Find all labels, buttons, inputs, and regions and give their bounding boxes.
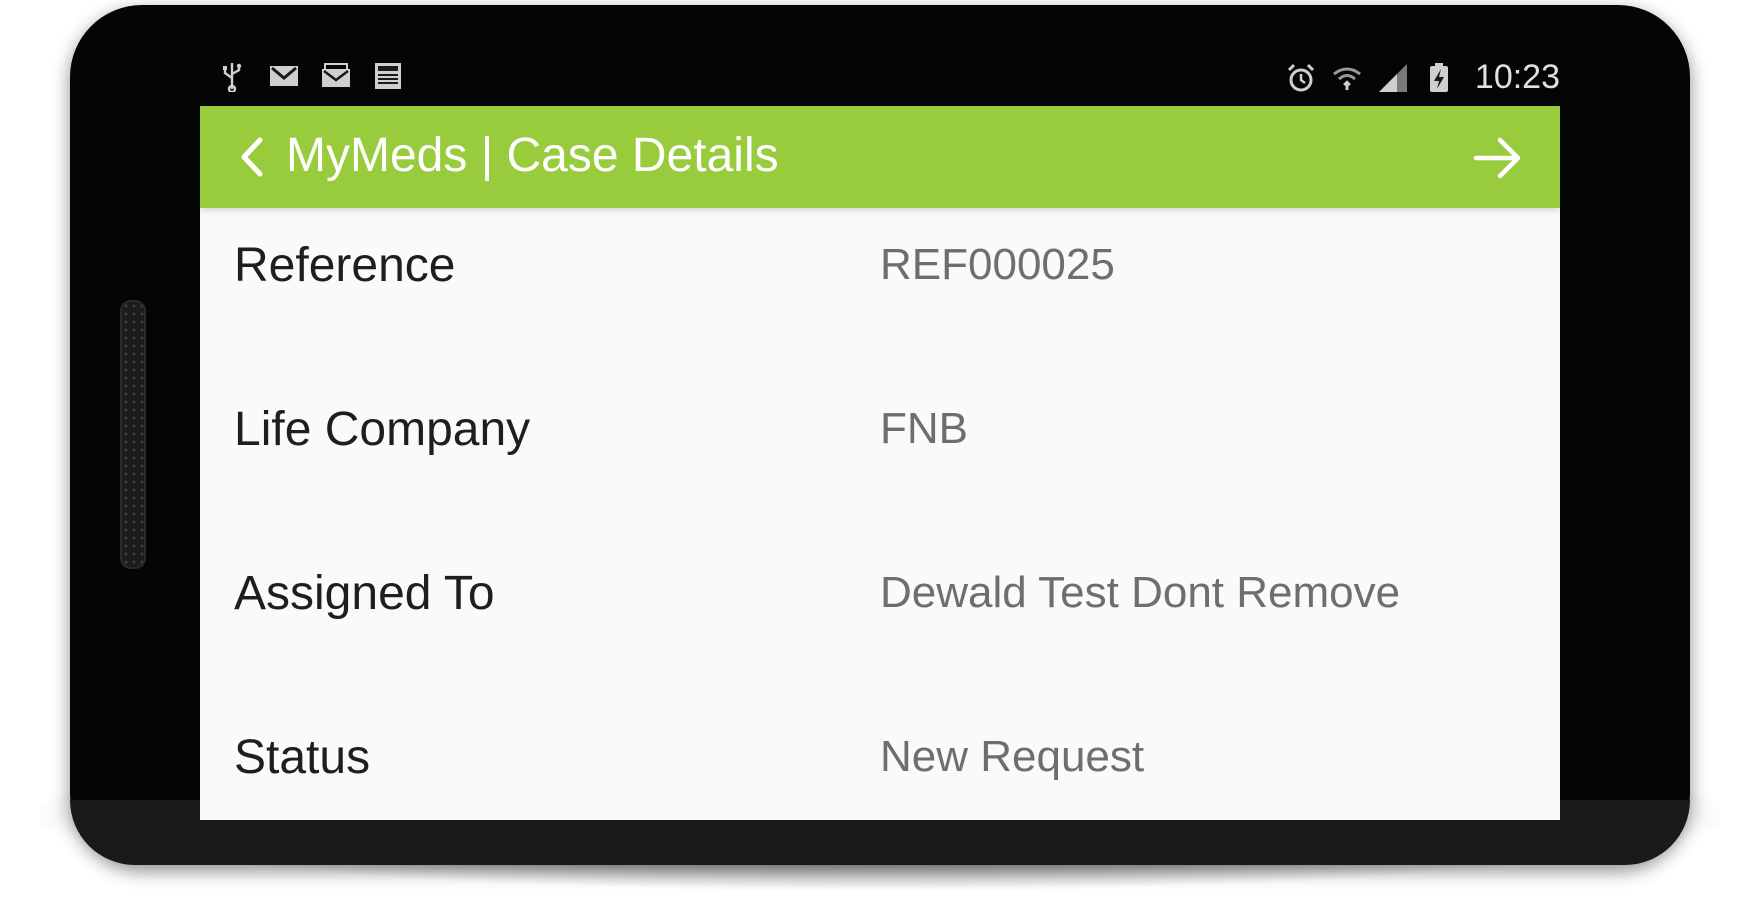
notification-icons (216, 60, 404, 92)
speaker-grille (120, 300, 146, 569)
page-title: MyMeds | Case Details (286, 129, 779, 182)
status-bar: 10:23 (200, 48, 1560, 106)
signal-icon (1378, 63, 1407, 92)
chevron-left-icon[interactable] (232, 134, 272, 180)
detail-row-status: Status New Request (200, 700, 1560, 820)
detail-row-life-company: Life Company FNB (200, 372, 1560, 536)
gmail-icon (270, 66, 298, 86)
detail-value: FNB (880, 404, 968, 453)
email-icon (322, 63, 350, 87)
detail-value: New Request (880, 732, 1145, 781)
detail-label: Status (234, 731, 371, 784)
usb-icon (223, 63, 242, 92)
detail-row-reference: Reference REF000025 (200, 208, 1560, 372)
detail-label: Reference (234, 239, 456, 292)
detail-label: Life Company (234, 403, 531, 456)
wifi-icon (1332, 67, 1361, 90)
system-icons: 10:23 (1285, 58, 1560, 97)
app-screen: MyMeds | Case Details Reference REF00002… (200, 106, 1560, 820)
arrow-right-icon[interactable] (1472, 132, 1524, 184)
battery-icon (1429, 62, 1448, 92)
news-icon (375, 63, 401, 89)
detail-label: Assigned To (234, 567, 495, 620)
detail-row-assigned-to: Assigned To Dewald Test Dont Remove (200, 536, 1560, 700)
action-bar: MyMeds | Case Details (200, 106, 1560, 208)
clock-time: 10:23 (1474, 58, 1560, 96)
detail-value: Dewald Test Dont Remove (880, 568, 1401, 617)
alarm-icon (1287, 63, 1314, 91)
detail-value: REF000025 (880, 240, 1115, 289)
